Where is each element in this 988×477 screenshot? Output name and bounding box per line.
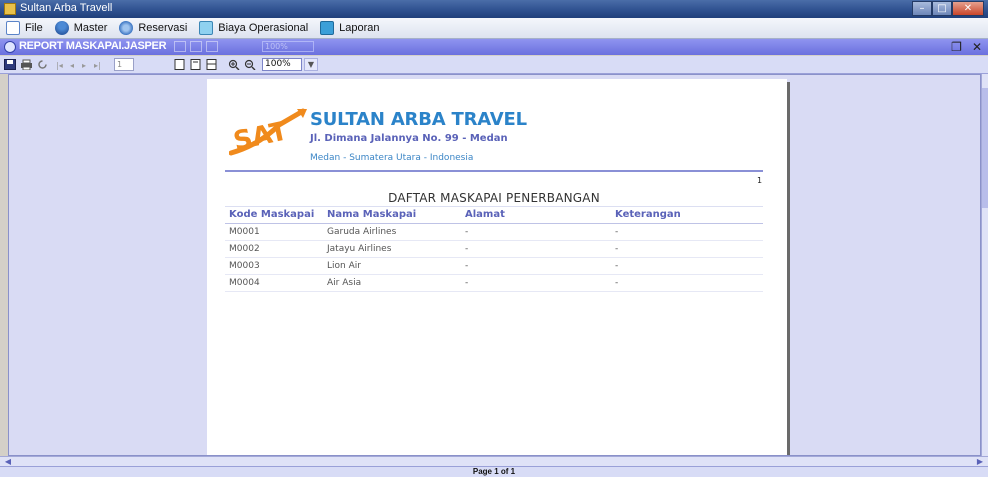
menu-biaya-label: Biaya Operasional xyxy=(218,22,309,34)
menu-biaya-operasional[interactable]: Biaya Operasional xyxy=(199,21,308,35)
menu-reservasi-label: Reservasi xyxy=(138,22,188,34)
page-status: Page 1 of 1 xyxy=(472,467,516,476)
window-title: Sultan Arba Travell xyxy=(20,2,113,14)
menu-file[interactable]: File xyxy=(6,21,43,35)
window-titlebar[interactable]: Sultan Arba Travell – □ ✕ xyxy=(0,0,988,18)
svg-text:SAT: SAT xyxy=(231,116,291,157)
page-navigation[interactable]: |◂ ◂ ▸ ▸| xyxy=(56,59,108,70)
page-number: 1 xyxy=(757,176,763,185)
print-icon[interactable] xyxy=(20,59,33,70)
chevron-down-icon[interactable]: ▼ xyxy=(304,58,318,71)
table-row: M0003 Lion Air - - xyxy=(225,258,763,275)
actual-size-icon[interactable] xyxy=(174,59,186,70)
cell-alamat: - xyxy=(465,261,469,271)
cell-nama: Garuda Airlines xyxy=(327,227,397,237)
column-header: Keterangan xyxy=(615,209,681,220)
table-row: M0001 Garuda Airlines - - xyxy=(225,224,763,241)
zoom-in-icon[interactable] xyxy=(228,59,240,70)
frame-controls: ❐ ✕ xyxy=(951,40,982,54)
cell-alamat: - xyxy=(465,244,469,254)
internal-frame-title: REPORT MASKAPAI.JASPER xyxy=(19,40,167,52)
viewer-toolbar: |◂ ◂ ▸ ▸| 1 100% ▼ xyxy=(0,56,988,74)
ghost-zoom: 100% xyxy=(262,41,314,52)
cell-kode: M0003 xyxy=(229,261,260,271)
status-bar: Page 1 of 1 xyxy=(0,466,988,477)
cell-keterangan: - xyxy=(615,261,619,271)
cell-kode: M0004 xyxy=(229,278,260,288)
company-logo: SAT xyxy=(229,108,307,157)
table-row: M0002 Jatayu Airlines - - xyxy=(225,241,763,258)
menu-file-label: File xyxy=(25,22,43,34)
report-viewer[interactable]: SAT SULTAN ARBA TRAVEL Jl. Dimana Jalann… xyxy=(8,74,981,456)
company-address: Jl. Dimana Jalannya No. 99 - Medan xyxy=(310,133,508,144)
table-row: M0004 Air Asia - - xyxy=(225,275,763,292)
menu-master-label: Master xyxy=(73,22,108,34)
maximize-button[interactable]: □ xyxy=(932,1,952,16)
scroll-left-icon[interactable]: ◀ xyxy=(2,457,14,466)
page-number-input[interactable]: 1 xyxy=(114,58,134,71)
cell-kode: M0001 xyxy=(229,227,260,237)
column-header: Kode Maskapai xyxy=(229,209,315,220)
menu-laporan[interactable]: Laporan xyxy=(320,21,380,35)
cell-nama: Lion Air xyxy=(327,261,361,271)
svg-text:▸|: ▸| xyxy=(94,61,101,70)
column-header: Nama Maskapai xyxy=(327,209,417,220)
menu-master[interactable]: Master xyxy=(54,21,108,35)
close-button[interactable]: ✕ xyxy=(952,1,984,16)
svg-text:◂: ◂ xyxy=(70,61,74,70)
svg-text:▸: ▸ xyxy=(82,61,86,70)
airline-table: Kode Maskapai Nama Maskapai Alamat Keter… xyxy=(225,206,763,292)
minimize-button[interactable]: – xyxy=(912,1,932,16)
users-icon xyxy=(54,21,69,35)
horizontal-scrollbar[interactable]: ◀ ▶ xyxy=(0,456,988,466)
company-header: SULTAN ARBA TRAVEL Jl. Dimana Jalannya N… xyxy=(310,109,527,165)
column-header: Alamat xyxy=(465,209,505,220)
cell-alamat: - xyxy=(465,227,469,237)
cell-keterangan: - xyxy=(615,278,619,288)
scroll-right-icon[interactable]: ▶ xyxy=(974,457,986,466)
cell-nama: Jatayu Airlines xyxy=(327,244,392,254)
app-icon xyxy=(4,3,16,15)
internal-frame-titlebar[interactable]: REPORT MASKAPAI.JASPER 100% ❐ ✕ xyxy=(0,39,988,55)
svg-text:|◂: |◂ xyxy=(56,61,63,70)
report-icon xyxy=(320,21,335,35)
reload-icon[interactable] xyxy=(37,59,48,70)
fit-page-icon[interactable] xyxy=(190,59,202,70)
file-icon xyxy=(6,21,20,35)
zoom-out-icon[interactable] xyxy=(244,59,256,70)
cell-nama: Air Asia xyxy=(327,278,362,288)
cell-alamat: - xyxy=(465,278,469,288)
report-title: DAFTAR MASKAPAI PENERBANGAN xyxy=(388,191,600,205)
save-icon[interactable] xyxy=(4,59,16,70)
window-controls: – □ ✕ xyxy=(912,1,984,17)
cell-keterangan: - xyxy=(615,227,619,237)
menu-laporan-label: Laporan xyxy=(339,22,380,34)
fit-width-icon[interactable] xyxy=(206,59,218,70)
restore-icon[interactable]: ❐ xyxy=(951,40,962,54)
company-name: SULTAN ARBA TRAVEL xyxy=(310,109,527,130)
cell-keterangan: - xyxy=(615,244,619,254)
scroll-thumb[interactable] xyxy=(982,88,988,208)
ghost-toolbar xyxy=(174,41,218,52)
globe-icon xyxy=(119,21,134,35)
menu-bar: File Master Reservasi Biaya Operasional … xyxy=(0,18,988,39)
cell-kode: M0002 xyxy=(229,244,260,254)
header-divider xyxy=(225,170,763,172)
menu-reservasi[interactable]: Reservasi xyxy=(119,21,187,35)
vertical-scrollbar[interactable] xyxy=(981,74,988,456)
zoom-select[interactable]: 100% xyxy=(262,58,302,71)
report-page: SAT SULTAN ARBA TRAVEL Jl. Dimana Jalann… xyxy=(207,79,787,455)
company-city: Medan - Sumatera Utara - Indonesia xyxy=(310,153,474,163)
frame-close-icon[interactable]: ✕ xyxy=(972,40,982,54)
document-icon xyxy=(199,21,214,35)
frame-icon xyxy=(4,41,16,53)
table-header: Kode Maskapai Nama Maskapai Alamat Keter… xyxy=(225,206,763,224)
